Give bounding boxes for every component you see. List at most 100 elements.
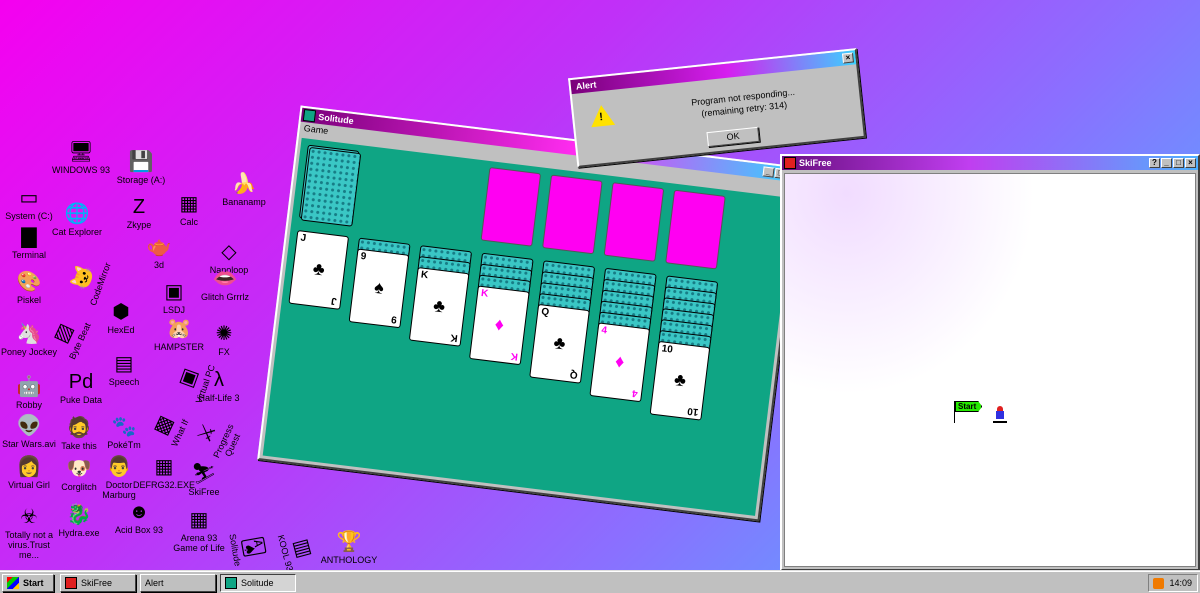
puke-data-icon: Pd [68,371,94,393]
fx-icon: ✺ [215,323,233,345]
minimize-icon[interactable]: _ [762,166,775,178]
skifree-task-icon [65,577,77,589]
desktop-icon[interactable]: 🤖 Robby [0,375,58,411]
system-tray: 14:09 [1148,574,1198,592]
desktop-icon[interactable]: ⛷ SkiFree [175,462,233,498]
card-suit: ♦ [614,350,626,372]
desktop-icon-label: WINDOWS 93 [52,165,111,175]
foundation-2[interactable] [542,174,603,255]
desktop-icon-label: ANTHOLOGY [320,555,378,565]
task-skifree[interactable]: SkiFree [60,574,136,592]
card-rank: 4 [600,324,608,337]
minimize-icon[interactable]: _ [1161,158,1172,168]
tableau-card[interactable]: 10 ♣ 10 [649,340,711,421]
start-button[interactable]: Start [2,574,54,592]
pony-icon: 🦄 [16,323,42,345]
desktop-icon[interactable]: ▦ Arena 93 Game of Life [170,508,228,554]
task-solitude[interactable]: Solitude [220,574,296,592]
desktop-icon-label: HexEd [107,325,135,335]
taskbar: Start SkiFree Alert Solitude 14:09 [0,571,1200,593]
desktop-icon[interactable]: ⬢ HexEd [92,300,150,336]
desktop-icon[interactable]: 🏆 ANTHOLOGY [320,530,378,566]
card-rank: K [480,287,489,300]
desktop-icon-label: Glitch Grrrlz [201,292,249,302]
menu-game[interactable]: Game [303,123,329,136]
desktop-icon[interactable]: 🍌 Bananamp [215,172,273,208]
desktop-icon-label: Calc [179,217,198,227]
desktop-icon-label: Poney Jockey [0,347,58,357]
ok-button[interactable]: OK [706,126,760,148]
desktop-icon-label: Hydra.exe [58,528,100,538]
desktop-icon[interactable]: 👄 Glitch Grrrlz [196,267,254,303]
tableau-card[interactable]: 9 ♠ 9 [348,248,410,329]
desktop-icon[interactable]: 🦄 Poney Jockey [0,322,58,358]
close-icon[interactable]: × [842,52,854,64]
tableau-card[interactable]: 4 ♦ 4 [589,322,651,403]
solitude-icon: 🂡 [240,534,266,559]
desktop-icon[interactable]: ▥ KOOL 93 [272,517,322,571]
desktop-icon[interactable]: ▣ LSDJ [145,280,203,316]
tableau-card[interactable]: K ♦ K [469,285,530,366]
yoda-icon: 👽 [16,415,42,437]
desktop-icon[interactable]: ☻ Acid Box 93 [110,500,168,536]
card-suit: ♣ [311,258,326,280]
start-logo-icon [7,577,19,589]
close-icon[interactable]: × [1185,158,1196,168]
banana-icon: 🍌 [231,173,257,195]
maximize-icon[interactable]: □ [1173,158,1184,168]
card-rank-bottom: K [449,331,459,344]
desktop-icon[interactable]: 🖥 WINDOWS 93 [52,140,110,176]
desktop-icon[interactable]: 🂡 Solitude [224,516,269,571]
trophy-icon: 🏆 [336,531,362,553]
desktop-icon-label: Storage (A:) [116,175,166,185]
card-rank-bottom: 10 [686,404,699,418]
poke-icon: 🐾 [111,416,137,438]
start-label: Start [23,578,44,588]
card-suit: ♠ [373,276,386,298]
foundation-1[interactable] [480,166,542,247]
help-icon[interactable]: ? [1149,158,1160,168]
desktop-icon[interactable]: ▭ System (C:) [0,186,58,222]
skifree-window[interactable]: SkiFree ? _ □ × Start [780,154,1200,571]
desktop-icon[interactable]: Pd Puke Data [52,370,110,406]
desktop-icon-label: Robby [15,400,42,410]
tableau-card[interactable]: K ♣ K [408,266,470,347]
lips-icon: 👄 [212,268,238,290]
desktop-icon-label: Arena 93 Game of Life [173,533,225,553]
task-alert-label: Alert [145,578,164,588]
desktop-icon[interactable]: 🐉 Hydra.exe [50,503,108,539]
skifree-game-area[interactable]: Start [784,173,1196,567]
virus-icon: ☣ [20,506,38,528]
desktop-icon[interactable]: ▇ Terminal [0,225,58,261]
desktop-icon-label: Terminal [11,250,46,260]
tableau-card[interactable]: J ♣ J [288,230,350,310]
smiley-icon: ☻ [128,501,150,523]
palette-icon: 🎨 [16,271,42,293]
desktop-icon-label: Bananamp [222,197,266,207]
skifree-titlebar[interactable]: SkiFree ? _ □ × [782,156,1198,170]
task-solitude-label: Solitude [241,578,274,588]
desktop-icon[interactable]: 🫖 3d [130,235,188,271]
alert-dialog[interactable]: Alert × ! Program not responding... (rem… [568,48,866,168]
solitude-app-icon [302,108,317,123]
terminal-icon: ▇ [21,226,37,248]
desktop-icon[interactable]: 💾 Storage (A:) [112,150,170,186]
desktop-icon[interactable]: 🎨 Piskel [0,270,58,306]
nanoloop-icon: ◇ [221,241,237,263]
desktop-icon-label: Cat Explorer [51,227,103,237]
zkype-icon: Z [132,196,146,218]
hydra-icon: 🐉 [66,504,92,526]
solitude-window[interactable]: Solitude _ □ × Game J♣J9♠9K♣KK♦KQ♣Q4♦410… [257,105,803,522]
foundation-3[interactable] [603,182,665,262]
desktop-icon[interactable]: λ Half-Life 3 [190,368,248,404]
desktop-icon[interactable]: ▦ Calc [160,192,218,228]
stock-pile-top[interactable] [300,146,362,227]
tableau-card[interactable]: Q ♣ Q [529,303,590,384]
card-rank-bottom: Q [569,368,579,381]
task-alert[interactable]: Alert [140,574,216,592]
old-man-icon: 🧔 [66,417,92,439]
skier-sprite [993,406,1007,424]
card-rank: Q [540,306,550,319]
foundation-4[interactable] [665,189,726,270]
rss-icon[interactable] [1153,577,1165,589]
